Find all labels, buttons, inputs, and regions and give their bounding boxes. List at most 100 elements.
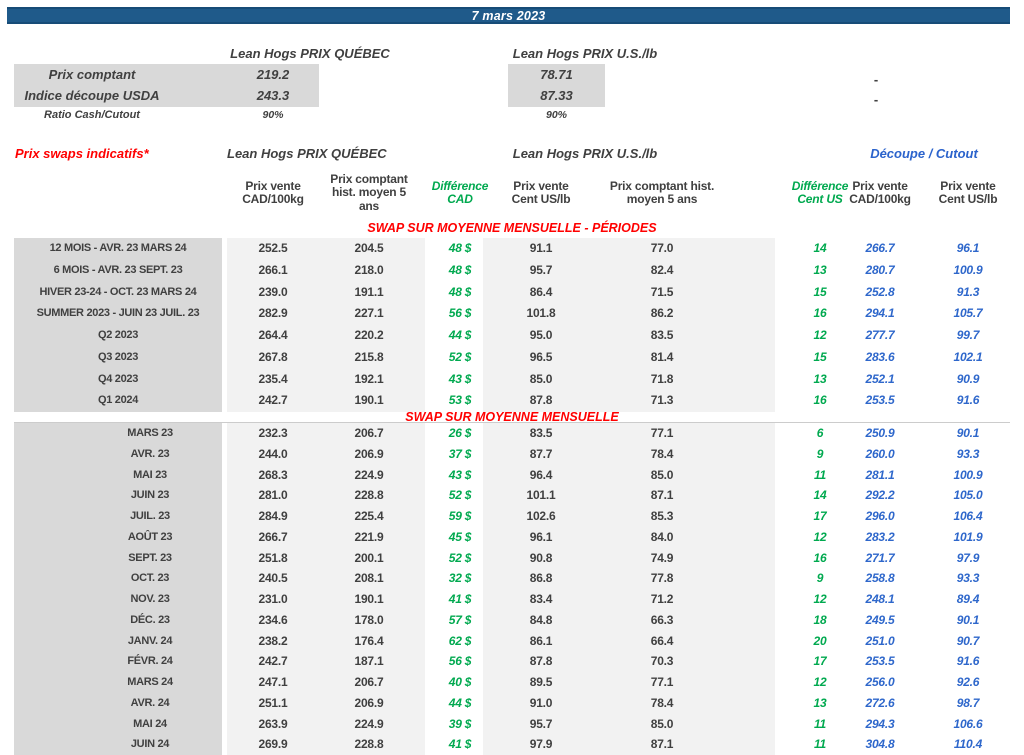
swaps-us-header: Lean Hogs PRIX U.S./lb [512, 146, 658, 161]
cell-col1: 267.8 [258, 349, 288, 364]
cell-col7: 304.8 [865, 737, 895, 752]
table-row: JANV. 24 238.2 176.4 62 $86.1 66.4 20 251.0 90.… [0, 631, 1024, 652]
table-row: MARS 24 247.1 206.7 40 $89.5 77.1 12 256.0 92.6 [0, 672, 1024, 693]
table-row: SUMMER 2023 - JUIN 23 JUIL. 23 282.9 227.1… [0, 303, 1024, 325]
cell-col4: 87.7 [529, 446, 553, 461]
cell-col2: 228.8 [354, 488, 384, 503]
cell-col1: 240.5 [258, 571, 288, 586]
cell-col4: 87.8 [529, 654, 553, 669]
cell-col2: 220.2 [354, 328, 384, 342]
cell-col2: 224.9 [354, 716, 384, 731]
cell-col3: 43 $ [448, 371, 472, 386]
spot-quebec-header: Lean Hogs PRIX QUÉBEC [230, 46, 390, 61]
col-header-prix-vente-us: Prix vente Cent US/lb [511, 178, 571, 206]
cell-col1: 242.7 [258, 654, 288, 669]
row-label: SUMMER 2023 - JUIN 23 JUIL. 23 [36, 307, 200, 320]
cell-col4: 84.8 [529, 612, 553, 627]
cell-col2: 227.1 [354, 306, 384, 321]
table-row: Q2 2023 264.4 220.2 44 $95.0 83.5 12 277.7 99.7 [0, 325, 1024, 347]
cell-col3: 39 $ [448, 716, 472, 731]
cell-col1: 266.7 [258, 529, 288, 544]
cell-col4: 95.7 [529, 262, 553, 277]
table-row: AVR. 24 251.1 206.9 44 $91.0 78.4 13 272.6 98.7 [0, 693, 1024, 714]
cell-col5: 82.4 [650, 262, 674, 277]
cell-col1: 263.9 [258, 716, 288, 731]
swaps-quebec-header: Lean Hogs PRIX QUÉBEC [227, 146, 387, 161]
cell-col8: 91.6 [956, 654, 980, 669]
cell-col4: 96.1 [529, 529, 553, 544]
monthly-rows: MARS 23 232.3 206.7 26 $83.5 77.1 6 250.9 90.1 A… [0, 423, 1024, 755]
cell-col4: 86.8 [529, 571, 553, 586]
cell-col3: 32 $ [448, 571, 472, 586]
cell-col1: 252.5 [258, 241, 288, 255]
cell-col2: 206.9 [354, 695, 384, 710]
table-row: JUIL. 23 284.9 225.4 59 $102.6 85.3 17 296.0 10… [0, 506, 1024, 527]
cell-col5: 86.2 [650, 306, 674, 321]
table-row: 12 MOIS - AVR. 23 MARS 24 252.5 204.5 48 $ 9… [0, 238, 1024, 260]
cell-col7: 271.7 [865, 550, 895, 565]
cell-col4: 91.0 [529, 695, 553, 710]
cell-col3: 44 $ [448, 328, 472, 342]
cell-col7: 256.0 [865, 675, 895, 689]
title-bar: 7 mars 2023 [7, 7, 1010, 24]
cell-col3: 52 $ [448, 550, 472, 565]
cell-col1: 284.9 [258, 509, 288, 523]
cell-col2: 190.1 [354, 393, 384, 408]
section-header-periodes: SWAP SUR MOYENNE MENSUELLE - PÉRIODES [367, 221, 657, 235]
cell-col2: 215.8 [354, 349, 384, 364]
cell-col8: 90.1 [956, 426, 980, 440]
row-label: Q4 2023 [97, 372, 139, 385]
cell-col5: 83.5 [650, 328, 674, 342]
cell-col4: 102.6 [526, 509, 556, 523]
cell-col8: 90.9 [956, 371, 980, 386]
cell-col8: 98.7 [956, 695, 980, 710]
report-date: 7 mars 2023 [471, 8, 546, 23]
cell-col5: 77.0 [650, 241, 674, 255]
cell-col7: 250.9 [865, 426, 895, 440]
table-row: MARS 23 232.3 206.7 26 $83.5 77.1 6 250.9 90.1 [0, 423, 1024, 444]
spot-cutout-placeholder: - [873, 72, 879, 87]
table-row: 6 MOIS - AVR. 23 SEPT. 23 266.1 218.0 48 $ 9… [0, 260, 1024, 282]
cell-col3: 26 $ [448, 426, 472, 440]
cell-col1: 264.4 [258, 328, 288, 342]
cell-col8: 105.0 [953, 488, 983, 503]
cell-col5: 71.8 [650, 371, 674, 386]
table-row: SEPT. 23 251.8 200.1 52 $90.8 74.9 16 271.7 97.… [0, 548, 1024, 569]
cell-col4: 90.8 [529, 550, 553, 565]
cell-col4: 87.8 [529, 393, 553, 408]
cell-col7: 252.1 [865, 371, 895, 386]
cell-col5: 74.9 [650, 550, 674, 565]
cell-col3: 56 $ [448, 306, 472, 321]
col-header-cutout-us: Prix vente Cent US/lb [938, 178, 998, 206]
spot-qc-value: 90% [262, 109, 284, 121]
cell-col7: 294.3 [865, 716, 895, 731]
cell-col2: 224.9 [354, 467, 384, 482]
cell-col3: 48 $ [448, 241, 472, 255]
cell-col8: 101.9 [953, 529, 983, 544]
cell-col7: 248.1 [865, 592, 895, 606]
cell-col8: 105.7 [953, 306, 983, 321]
cell-col2: 228.8 [354, 737, 384, 752]
cell-col3: 41 $ [448, 737, 472, 752]
cell-col2: 178.0 [354, 612, 384, 627]
table-row: Q4 2023 235.4 192.1 43 $85.0 71.8 13 252.1 90.9 [0, 369, 1024, 391]
col-header-hist-cad: Prix comptant hist. moyen 5 ans [330, 171, 408, 213]
table-row: OCT. 23 240.5 208.1 32 $86.8 77.8 9 258.8 93.3 [0, 568, 1024, 589]
cell-col8: 93.3 [956, 571, 980, 586]
cell-col1: 269.9 [258, 737, 288, 752]
cell-col4: 96.4 [529, 467, 553, 482]
table-row: JUIN 23 281.0 228.8 52 $101.1 87.1 14 292.2 105… [0, 485, 1024, 506]
cell-col7: 258.8 [865, 571, 895, 586]
cell-col8: 110.4 [953, 737, 983, 752]
cell-col8: 100.9 [953, 467, 983, 482]
table-row: FÉVR. 24 242.7 187.1 56 $87.8 70.3 17 253.5 91.… [0, 651, 1024, 672]
cell-col4: 83.4 [529, 592, 553, 606]
cell-col5: 85.0 [650, 467, 674, 482]
spot-cutout-placeholder: - [873, 92, 879, 107]
cell-col1: 281.0 [258, 488, 288, 503]
table-row: Q3 2023 267.8 215.8 52 $96.5 81.4 15 283.6 102.… [0, 347, 1024, 369]
cell-col2: 206.7 [354, 426, 384, 440]
cell-col8: 91.3 [956, 284, 980, 299]
cell-col7: 253.5 [865, 654, 895, 669]
table-row: DÉC. 23 234.6 178.0 57 $84.8 66.3 18 249.5 90.1 [0, 610, 1024, 631]
